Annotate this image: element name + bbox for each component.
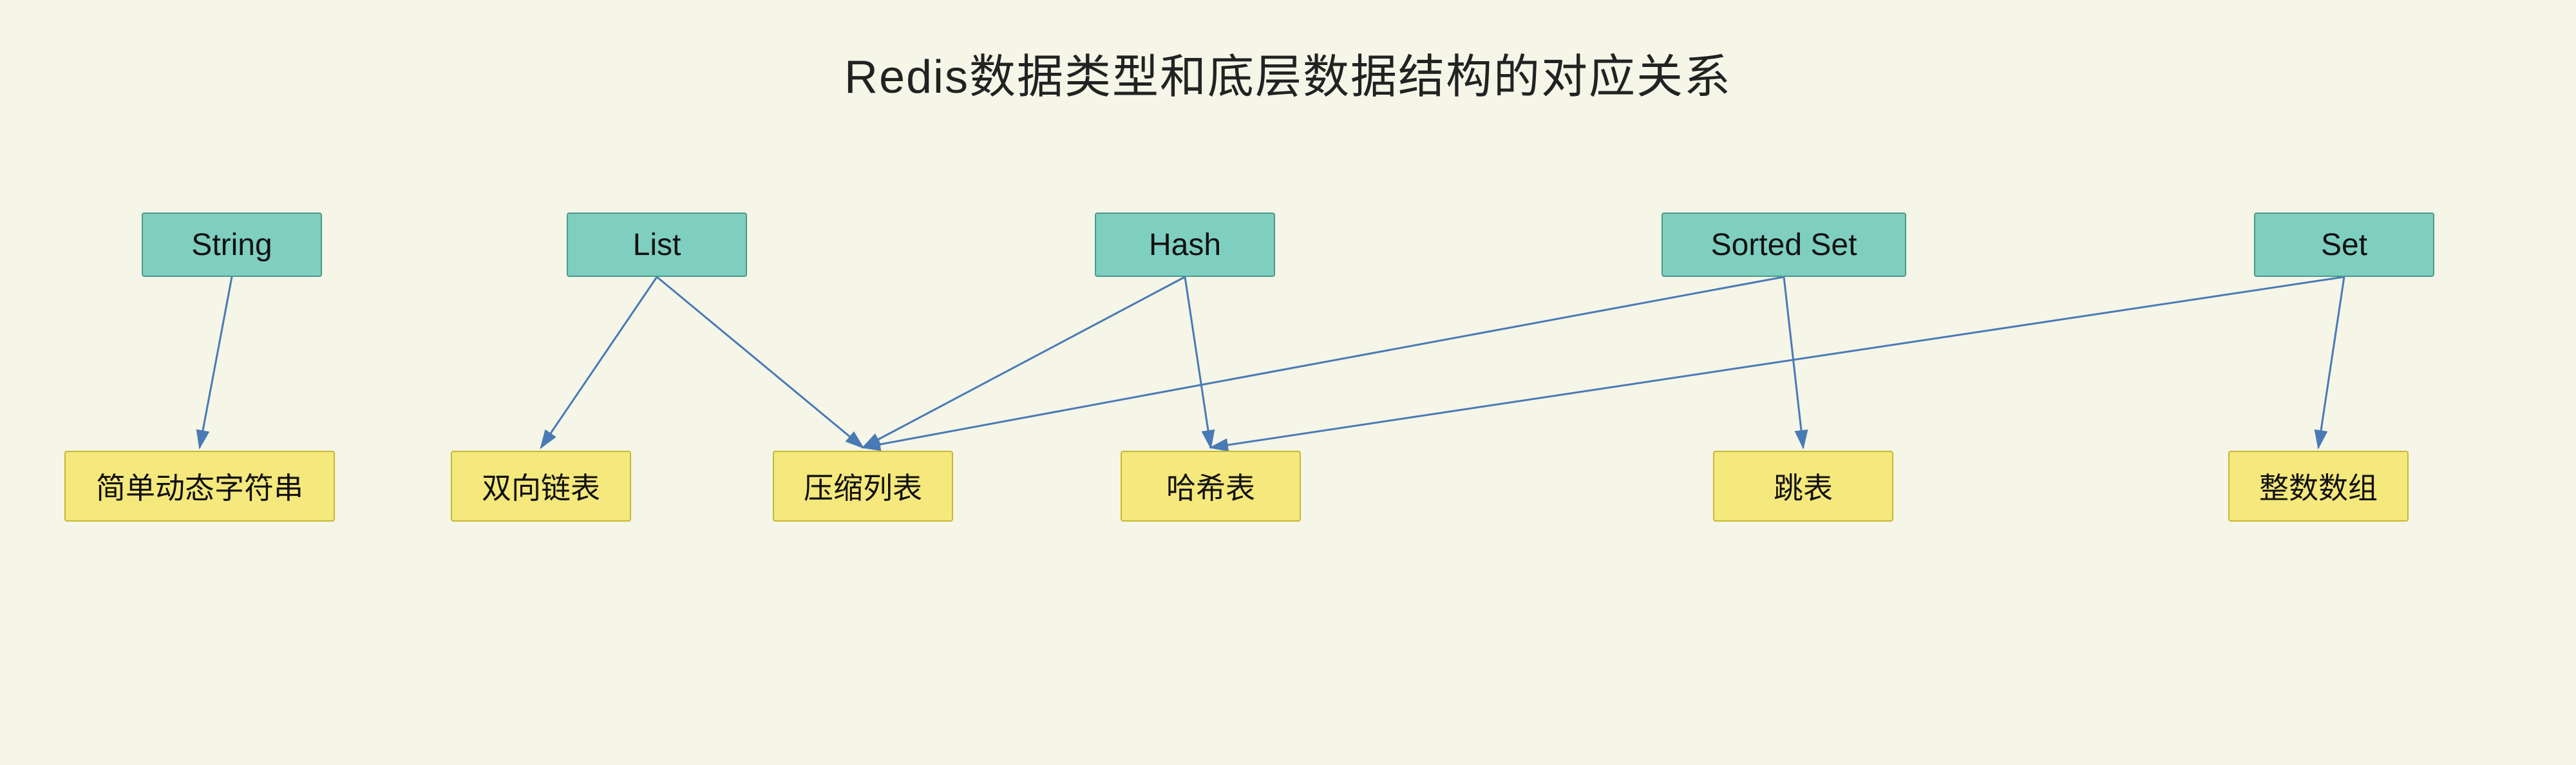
arrow-string-to-sds [200,277,232,448]
arrow-hash-to-hashtable [1185,277,1211,448]
bottom-box-sds: 简单动态字符串 [64,451,335,522]
arrow-set-to-intset [2318,277,2344,448]
page-title: Redis数据类型和底层数据结构的对应关系 [0,0,2576,106]
top-box-hash: Hash [1095,212,1275,277]
bottom-box-linked: 双向链表 [451,451,631,522]
arrow-sorted-to-ziplist [863,277,1784,448]
arrow-set-to-hashtable [1211,277,2344,448]
arrow-list-to-ziplist [657,277,863,448]
arrow-hash-to-ziplist [863,277,1185,448]
diagram-area: String List Hash Sorted Set Set 简单动态字符串 双向链表 压缩… [0,180,2576,695]
top-box-set: Set [2254,212,2434,277]
bottom-box-ziplist: 压缩列表 [773,451,953,522]
arrows-svg [0,180,2576,695]
top-box-sorted: Sorted Set [1662,212,1906,277]
bottom-box-hashtable: 哈希表 [1121,451,1301,522]
arrow-list-to-linked [541,277,657,448]
bottom-box-skiplist: 跳表 [1713,451,1893,522]
arrow-sorted-to-skiplist [1784,277,1803,448]
top-box-list: List [567,212,747,277]
top-box-string: String [142,212,322,277]
bottom-box-intset: 整数数组 [2228,451,2409,522]
